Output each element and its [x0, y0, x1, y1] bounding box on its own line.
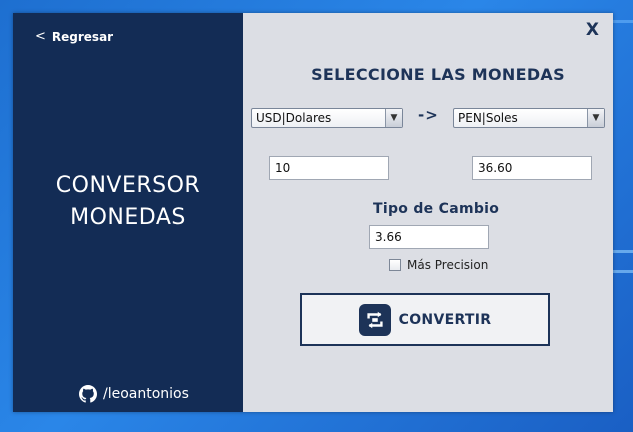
from-currency-value: USD|Dolares: [256, 111, 332, 125]
app-title-line1: CONVERSOR: [55, 173, 201, 198]
exchange-rate-input[interactable]: [369, 225, 489, 249]
back-label: Regresar: [51, 29, 114, 44]
convert-arrows-icon: [358, 303, 391, 336]
precision-checkbox[interactable]: [389, 259, 401, 271]
triangle-down-icon: ▼: [385, 109, 402, 127]
convert-label: CONVERTIR: [398, 311, 492, 328]
exchange-rate-label: Tipo de Cambio: [373, 201, 500, 217]
amount-input[interactable]: [269, 156, 389, 180]
close-button[interactable]: X: [586, 20, 599, 40]
result-input[interactable]: [472, 156, 592, 180]
back-button[interactable]: < Regresar: [35, 29, 113, 44]
to-currency-select[interactable]: PEN|Soles ▼: [453, 108, 605, 128]
github-icon: [79, 385, 97, 403]
direction-arrow-label: ->: [418, 106, 439, 124]
convert-button[interactable]: CONVERTIR: [300, 293, 550, 346]
page-title: SELECCIONE LAS MONEDAS: [311, 65, 565, 84]
to-currency-value: PEN|Soles: [458, 111, 518, 125]
from-currency-select[interactable]: USD|Dolares ▼: [251, 108, 403, 128]
app-title-line2: MONEDAS: [70, 205, 186, 230]
precision-option[interactable]: Más Precision: [389, 258, 488, 272]
chevron-left-icon: <: [35, 29, 46, 44]
main-panel: X SELECCIONE LAS MONEDAS USD|Dolares ▼ -…: [243, 13, 613, 412]
github-link[interactable]: /leoantonios: [79, 385, 189, 403]
converter-window: < Regresar CONVERSOR MONEDAS /leoantonio…: [13, 13, 613, 412]
precision-label: Más Precision: [407, 258, 489, 272]
github-handle: /leoantonios: [103, 386, 189, 402]
triangle-down-icon: ▼: [587, 109, 604, 127]
app-title: CONVERSOR MONEDAS: [13, 170, 243, 234]
sidebar: < Regresar CONVERSOR MONEDAS /leoantonio…: [13, 13, 243, 412]
